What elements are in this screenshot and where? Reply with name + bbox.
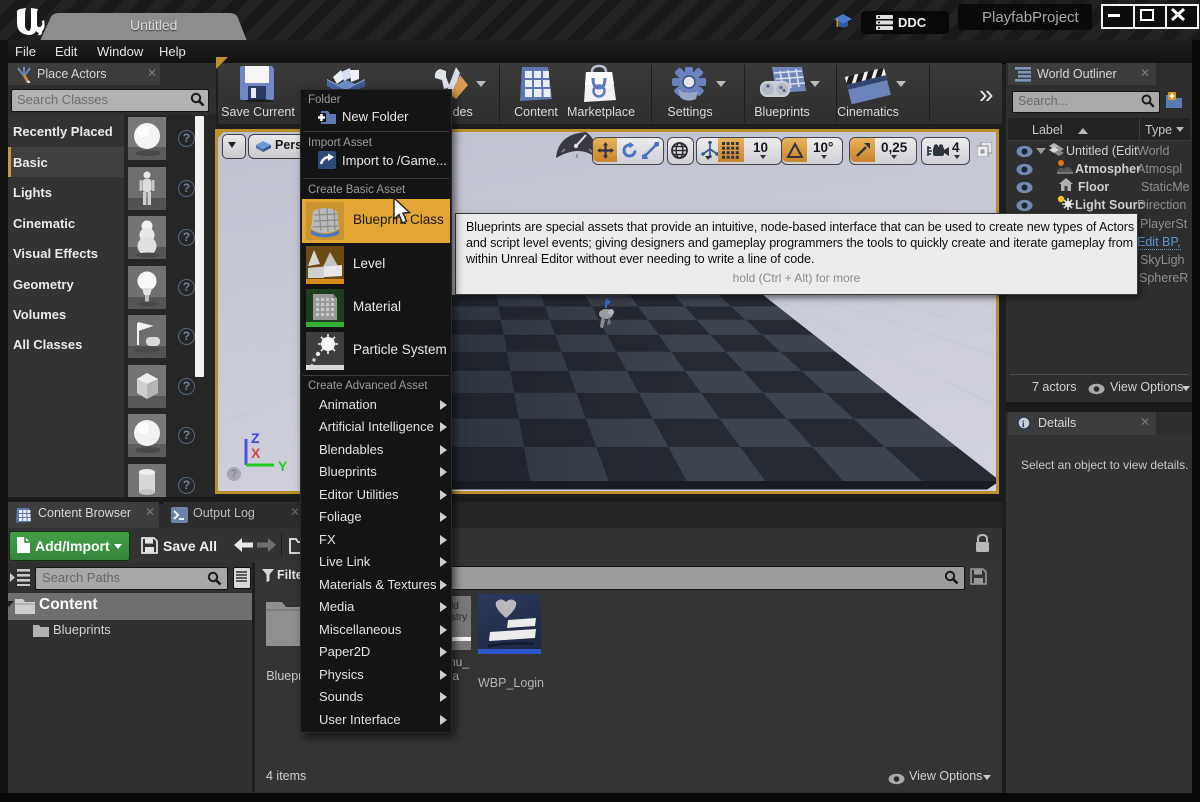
svg-text:Z: Z <box>251 430 260 446</box>
svg-text:X: X <box>251 445 261 461</box>
svg-text:Y: Y <box>278 458 288 474</box>
